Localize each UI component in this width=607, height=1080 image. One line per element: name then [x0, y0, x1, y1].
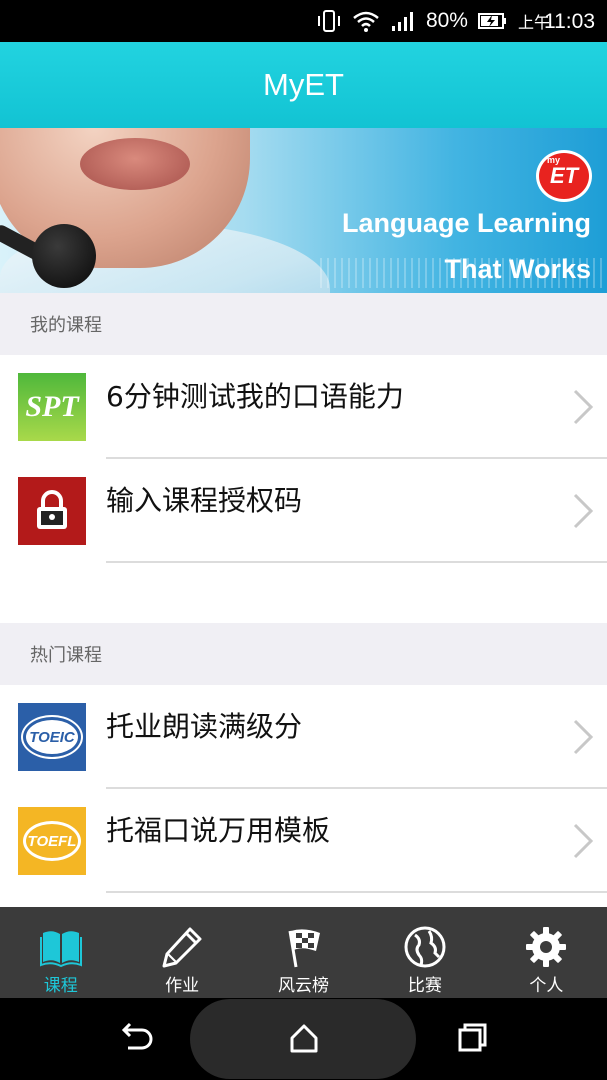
nav-label: 作业 — [165, 976, 200, 996]
list-item-label: 托福口说万用模板 — [106, 814, 331, 847]
microphone-icon — [32, 224, 96, 288]
section-header-my-courses: 我的课程 — [0, 293, 607, 355]
nav-label: 风云榜 — [278, 976, 330, 996]
nav-label: 个人 — [529, 976, 564, 996]
home-icon[interactable] — [284, 1018, 324, 1058]
lock-icon — [18, 477, 86, 545]
nav-tab-homework[interactable]: 作业 — [121, 907, 242, 998]
banner-tagline-1: Language Learning — [341, 208, 591, 238]
spt-icon: SPT — [18, 373, 86, 441]
spt-icon-text: SPT — [25, 390, 79, 423]
toefl-icon: TOEFL — [18, 807, 86, 875]
nav-tab-profile[interactable]: 个人 — [486, 907, 607, 998]
toeic-icon: TOEIC — [18, 703, 86, 771]
list-item-label: 输入课程授权码 — [106, 484, 303, 517]
logo-small-text: my — [547, 155, 561, 165]
status-bar: 80% 上午11:03 — [0, 0, 607, 42]
book-icon — [39, 931, 82, 968]
nav-tab-competition[interactable]: 比赛 — [364, 907, 485, 998]
bottom-nav: 课程 作业 风云榜 比赛 个人 — [0, 907, 607, 998]
status-icons: 80% 上午11:03 — [316, 0, 595, 42]
checkered-flag-icon — [288, 929, 320, 968]
battery-charging-icon — [477, 13, 506, 29]
app-title: MyET — [263, 67, 344, 102]
my-courses-list: SPT 6分钟测试我的口语能力 输入课程授权码 — [0, 355, 607, 623]
list-item-toefl[interactable]: TOEFL 托福口说万用模板 — [0, 789, 607, 893]
banner-lips — [80, 138, 190, 190]
chevron-right-icon — [573, 493, 594, 529]
app-bar: MyET — [0, 42, 607, 128]
wifi-icon — [353, 11, 379, 32]
list-item-label: 托业朗读满级分 — [106, 710, 303, 743]
pencil-icon — [162, 927, 202, 968]
battery-percent: 80% — [425, 9, 468, 32]
nav-tab-courses[interactable]: 课程 — [0, 907, 121, 998]
padlock-icon — [37, 490, 67, 529]
chevron-right-icon — [573, 389, 594, 425]
recent-apps-icon[interactable] — [452, 1018, 492, 1058]
divider — [106, 891, 607, 893]
banner-tagline-2: That Works — [444, 254, 591, 284]
logo-text: ET — [549, 163, 579, 188]
promo-banner[interactable]: my ET Language Learning That Works — [0, 128, 607, 293]
globe-icon — [404, 926, 446, 968]
chevron-right-icon — [573, 719, 594, 755]
nav-label: 比赛 — [407, 976, 442, 996]
list-item-label: 6分钟测试我的口语能力 — [106, 380, 404, 413]
list-item-auth-code[interactable]: 输入课程授权码 — [0, 459, 607, 563]
section-header-popular-courses: 热门课程 — [0, 623, 607, 685]
status-time: 11:03 — [544, 9, 595, 33]
popular-courses-list: TOEIC 托业朗读满级分 TOEFL 托福口说万用模板 — [0, 685, 607, 907]
nav-label: 课程 — [43, 976, 78, 996]
back-icon[interactable] — [116, 1018, 156, 1058]
divider — [106, 561, 607, 563]
gear-icon — [526, 927, 567, 967]
section-title: 我的课程 — [30, 315, 102, 336]
vibrate-icon — [317, 10, 340, 32]
nav-tab-leaderboard[interactable]: 风云榜 — [243, 907, 364, 998]
myet-logo: my ET — [536, 150, 592, 202]
system-nav-bar — [0, 998, 607, 1080]
chevron-right-icon — [573, 823, 594, 859]
toefl-badge: TOEFL — [23, 821, 81, 861]
toeic-badge: TOEIC — [23, 717, 81, 757]
section-title: 热门课程 — [30, 645, 102, 666]
signal-icon — [391, 12, 413, 31]
list-item-toeic[interactable]: TOEIC 托业朗读满级分 — [0, 685, 607, 789]
list-item-speaking-test[interactable]: SPT 6分钟测试我的口语能力 — [0, 355, 607, 459]
